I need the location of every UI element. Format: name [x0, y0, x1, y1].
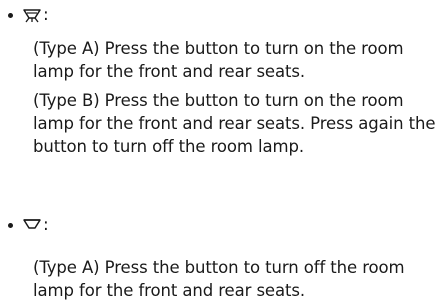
manual-page: : (Type A) Press the button to turn on t…: [0, 0, 446, 304]
label-colon: :: [43, 215, 49, 235]
room-lamp-on-type-a-text: (Type A) Press the button to turn on the…: [33, 39, 404, 81]
room-lamp-off-icon: [22, 217, 42, 233]
room-lamp-on-icon: [22, 7, 42, 23]
bullet-room-lamp-off: :: [8, 214, 49, 236]
label-colon: :: [43, 5, 49, 25]
room-lamp-on-type-b-text: (Type B) Press the button to turn on the…: [33, 91, 436, 156]
bullet-dot: [8, 222, 13, 228]
bullet-dot: [8, 12, 13, 18]
bullet-room-lamp-on: :: [8, 4, 49, 26]
room-lamp-off-type-a-text: (Type A) Press the button to turn off th…: [33, 258, 405, 300]
